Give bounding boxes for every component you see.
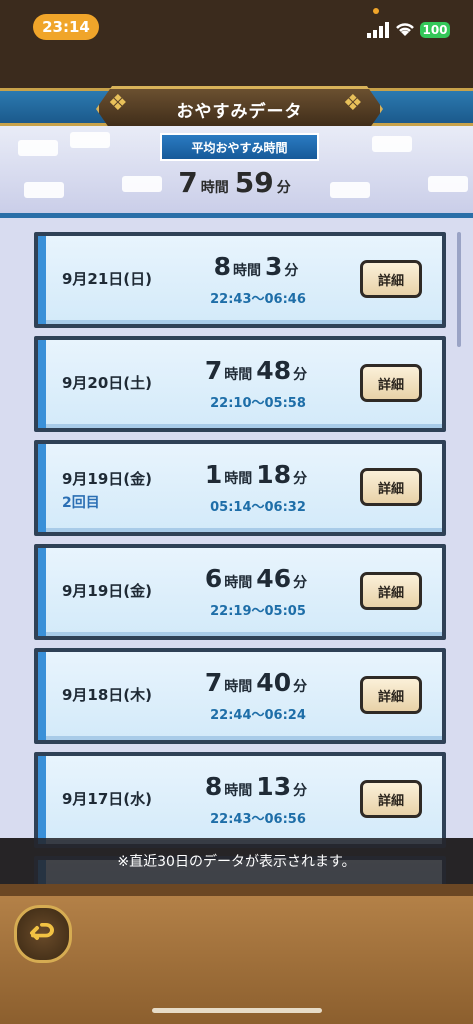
detail-button[interactable]: 詳細 bbox=[360, 780, 422, 818]
record-hours: 1 bbox=[204, 460, 223, 489]
record-minutes: 13 bbox=[256, 772, 292, 801]
record-hours: 8 bbox=[213, 252, 231, 281]
record-minutes-unit: 分 bbox=[284, 263, 299, 279]
cloud-decoration bbox=[24, 182, 64, 198]
average-sleep-time: 7 時間 59 分 bbox=[150, 166, 325, 206]
record-minutes-unit: 分 bbox=[293, 575, 308, 591]
record-hours-unit: 時間 bbox=[224, 783, 253, 799]
record-minutes: 48 bbox=[256, 356, 292, 385]
record-duration: 8 時間 13 分 bbox=[188, 772, 328, 801]
record-time-range: 22:19～05:05 bbox=[210, 604, 306, 619]
record-minutes: 46 bbox=[256, 564, 292, 593]
record-time-range: 22:10～05:58 bbox=[210, 396, 306, 411]
record-minutes: 40 bbox=[256, 668, 292, 697]
record-date: 9月17日(水) bbox=[62, 790, 153, 808]
battery-icon: 100 bbox=[420, 22, 450, 38]
record-duration: 7 時間 48 分 bbox=[188, 356, 328, 385]
record-hours: 7 bbox=[204, 668, 223, 697]
record-hours-unit: 時間 bbox=[224, 471, 253, 487]
record-duration: 1 時間 18 分 bbox=[188, 460, 328, 489]
record-time-range: 22:43～06:46 bbox=[210, 292, 306, 307]
record-duration: 6 時間 46 分 bbox=[188, 564, 328, 593]
record-time-range: 22:44～06:24 bbox=[210, 708, 306, 723]
record-hours-unit: 時間 bbox=[233, 263, 261, 279]
sleep-record-card: 9月17日(水) 8 時間 13 分 22:43～06:56 詳細 bbox=[34, 752, 446, 848]
back-arrow-icon bbox=[30, 923, 54, 940]
cloud-decoration bbox=[18, 140, 58, 156]
cloud-decoration bbox=[372, 136, 412, 152]
ornament-right-icon: ❖ bbox=[343, 91, 363, 116]
sleep-record-card: 9月21日(日) 8 時間 3 分 22:43～06:46 詳細 bbox=[34, 232, 446, 328]
wifi-icon bbox=[396, 23, 414, 36]
detail-button[interactable]: 詳細 bbox=[360, 364, 422, 402]
record-date: 9月19日(金) bbox=[62, 470, 153, 488]
card-accent-stripe bbox=[38, 756, 46, 844]
record-time-range: 05:14～06:32 bbox=[210, 500, 306, 515]
average-sleep-banner: 平均おやすみ時間 bbox=[160, 133, 319, 161]
record-date: 9月19日(金) bbox=[62, 582, 153, 600]
card-accent-stripe bbox=[38, 548, 46, 636]
record-hours: 7 bbox=[204, 356, 223, 385]
record-session-note: 2回目 bbox=[62, 495, 100, 511]
status-time: 23:14 bbox=[33, 14, 99, 40]
footer-trim bbox=[0, 884, 473, 896]
detail-button[interactable]: 詳細 bbox=[360, 468, 422, 506]
record-minutes-unit: 分 bbox=[293, 679, 308, 695]
record-duration: 8 時間 3 分 bbox=[188, 252, 328, 281]
record-date: 9月21日(日) bbox=[62, 270, 153, 288]
average-minutes-unit: 分 bbox=[276, 180, 291, 196]
record-hours-unit: 時間 bbox=[224, 367, 253, 383]
footer-bar bbox=[0, 884, 473, 1024]
record-minutes-unit: 分 bbox=[293, 783, 308, 799]
notice-banner: ※直近30日のデータが表示されます。 bbox=[0, 838, 473, 884]
record-minutes: 18 bbox=[256, 460, 292, 489]
card-accent-stripe bbox=[38, 444, 46, 532]
record-minutes-unit: 分 bbox=[293, 367, 308, 383]
record-hours-unit: 時間 bbox=[224, 575, 253, 591]
record-hours: 6 bbox=[204, 564, 223, 593]
detail-button[interactable]: 詳細 bbox=[360, 260, 422, 298]
record-minutes: 3 bbox=[265, 252, 283, 281]
record-date: 9月18日(木) bbox=[62, 686, 153, 704]
card-accent-stripe bbox=[38, 236, 46, 324]
detail-button[interactable]: 詳細 bbox=[360, 572, 422, 610]
cloud-decoration bbox=[70, 132, 110, 148]
record-hours: 8 bbox=[204, 772, 223, 801]
scrollbar[interactable] bbox=[457, 232, 461, 347]
record-date: 9月20日(土) bbox=[62, 374, 153, 392]
average-minutes: 59 bbox=[234, 166, 274, 199]
sleep-record-card: 9月18日(木) 7 時間 40 分 22:44～06:24 詳細 bbox=[34, 648, 446, 744]
record-duration: 7 時間 40 分 bbox=[188, 668, 328, 697]
back-button[interactable] bbox=[14, 905, 72, 963]
average-hours: 7 bbox=[178, 166, 198, 199]
sleep-record-card: 9月19日(金) 2回目 1 時間 18 分 05:14～06:32 詳細 bbox=[34, 440, 446, 536]
cloud-decoration bbox=[428, 176, 468, 192]
sleep-record-card: 9月20日(土) 7 時間 48 分 22:10～05:58 詳細 bbox=[34, 336, 446, 432]
cloud-decoration bbox=[330, 182, 370, 198]
card-accent-stripe bbox=[38, 652, 46, 740]
ornament-left-icon: ❖ bbox=[108, 91, 128, 116]
record-minutes-unit: 分 bbox=[293, 471, 308, 487]
detail-button[interactable]: 詳細 bbox=[360, 676, 422, 714]
home-indicator[interactable] bbox=[152, 1008, 322, 1013]
average-hours-unit: 時間 bbox=[200, 180, 229, 196]
record-time-range: 22:43～06:56 bbox=[210, 812, 306, 827]
record-hours-unit: 時間 bbox=[224, 679, 253, 695]
sleep-record-card: 9月19日(金) 6 時間 46 分 22:19～05:05 詳細 bbox=[34, 544, 446, 640]
recording-dot bbox=[373, 8, 379, 14]
card-accent-stripe bbox=[38, 340, 46, 428]
signal-icon bbox=[367, 22, 389, 38]
